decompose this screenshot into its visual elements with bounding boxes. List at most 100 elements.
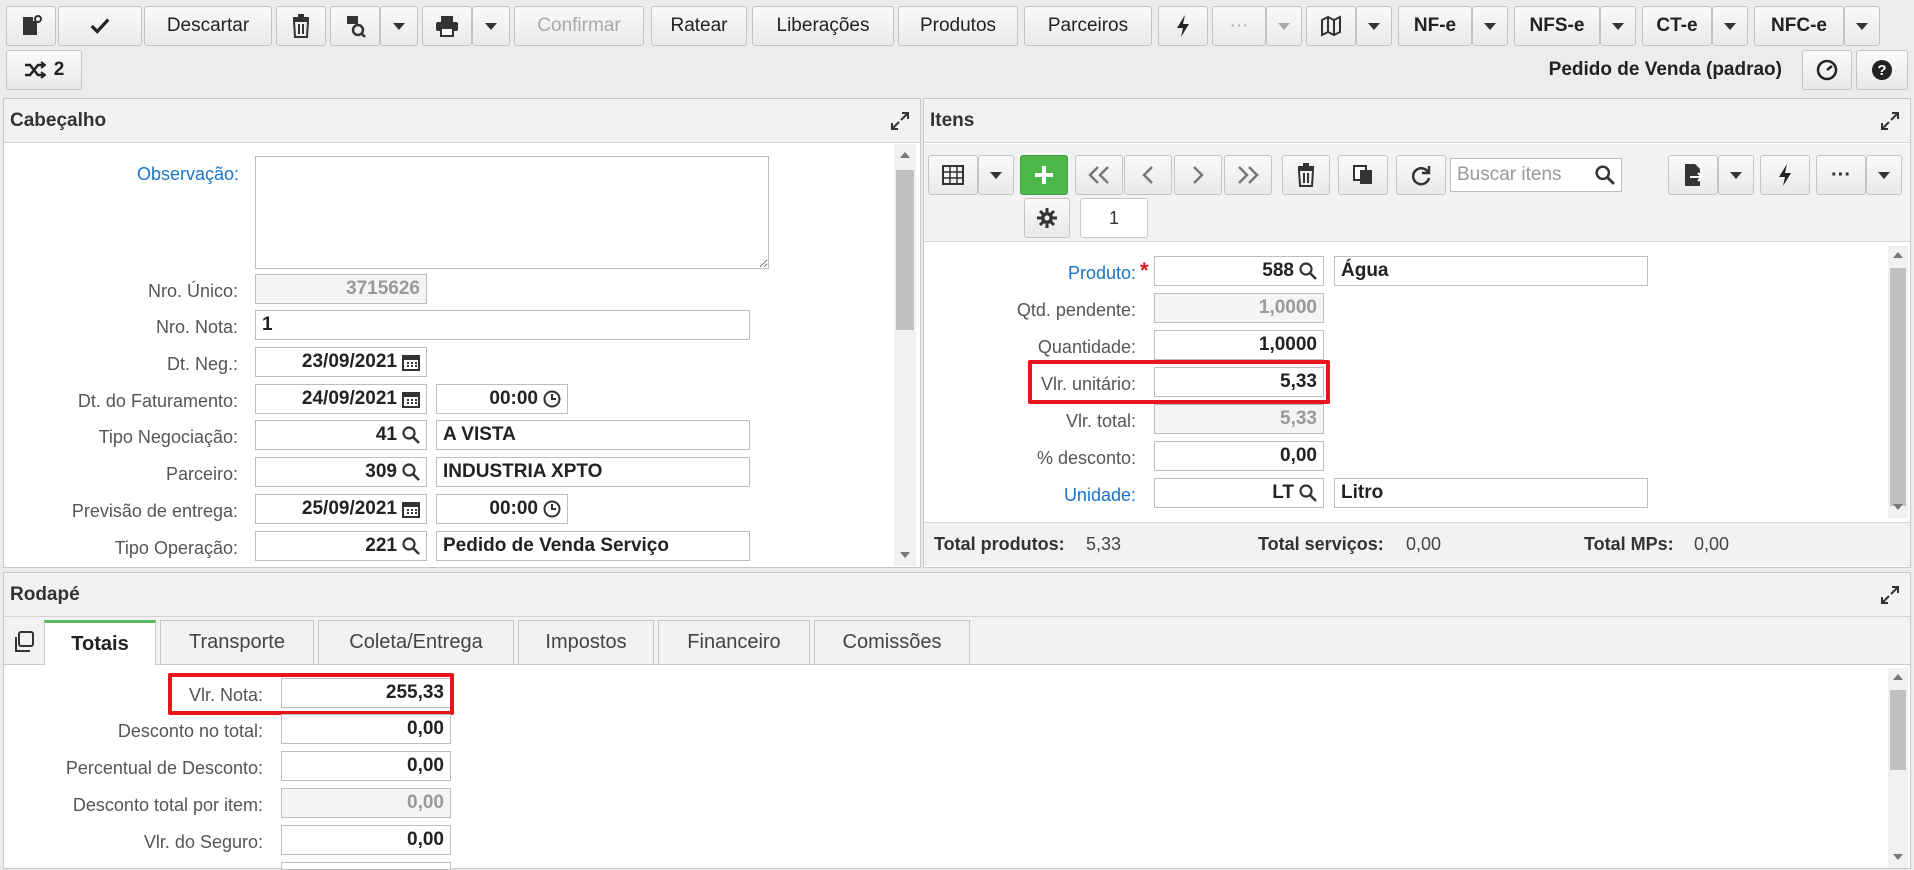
observacao-field[interactable] [255, 156, 769, 269]
scroll-up-arrow-icon[interactable] [1893, 674, 1903, 680]
search-icon[interactable] [1299, 484, 1317, 502]
actions-button[interactable] [1158, 6, 1208, 46]
scroll-down-arrow-icon[interactable] [1893, 504, 1903, 510]
desconto-field[interactable]: 0,00 [1154, 441, 1324, 471]
search-icon[interactable] [402, 426, 420, 444]
ratear-button[interactable]: Ratear [651, 6, 747, 46]
first-record-button[interactable] [1075, 155, 1123, 195]
search-records-dropdown[interactable] [380, 6, 418, 46]
shuffle-button[interactable]: 2 [6, 50, 82, 90]
scroll-down-arrow-icon[interactable] [1893, 854, 1903, 860]
dt-faturamento-time-field[interactable]: 00:00 [436, 384, 568, 414]
items-scrollbar-thumb[interactable] [1890, 268, 1906, 506]
item-more-button[interactable]: ··· [1816, 155, 1866, 195]
scroll-down-arrow-icon[interactable] [900, 552, 910, 558]
percentual-desconto-field[interactable]: 0,00 [281, 751, 451, 781]
clock-icon[interactable] [543, 390, 561, 408]
search-icon[interactable] [402, 537, 420, 555]
refresh-button[interactable] [1396, 155, 1446, 195]
tipo-negociacao-code-field[interactable]: 41 [255, 420, 427, 450]
footer-scrollbar-thumb[interactable] [1890, 690, 1906, 770]
expand-icon[interactable] [1880, 585, 1900, 605]
map-button[interactable] [1306, 6, 1356, 46]
grid-view-dropdown[interactable] [978, 155, 1014, 195]
clock-icon[interactable] [543, 500, 561, 518]
unidade-desc-field[interactable]: Litro [1334, 478, 1648, 508]
print-button[interactable] [422, 6, 472, 46]
tab-impostos[interactable]: Impostos [518, 620, 654, 664]
delete-button[interactable] [276, 6, 326, 46]
print-dropdown[interactable] [472, 6, 510, 46]
nfce-dropdown[interactable] [1844, 6, 1880, 46]
footer-scrollbar[interactable] [1888, 668, 1908, 868]
cte-dropdown[interactable] [1712, 6, 1748, 46]
scroll-up-arrow-icon[interactable] [900, 152, 910, 158]
dt-faturamento-field[interactable]: 24/09/2021 [255, 384, 427, 414]
nfse-dropdown[interactable] [1600, 6, 1636, 46]
nfe-button[interactable]: NF-e [1398, 6, 1472, 46]
search-items-input[interactable]: Buscar itens [1450, 158, 1622, 192]
tab-comissoes[interactable]: Comissões [814, 620, 970, 664]
header-scrollbar-thumb[interactable] [896, 170, 914, 330]
quantidade-field[interactable]: 1,0000 [1154, 330, 1324, 360]
discard-button[interactable]: Descartar [144, 6, 272, 46]
liberacoes-button[interactable]: Liberações [752, 6, 894, 46]
export-button[interactable] [1668, 155, 1718, 195]
previous-record-button[interactable] [1124, 155, 1172, 195]
nfse-button[interactable]: NFS-e [1514, 6, 1600, 46]
unidade-code-field[interactable]: LT [1154, 478, 1324, 508]
search-records-button[interactable] [330, 6, 380, 46]
dashboard-button[interactable] [1802, 50, 1852, 90]
more-options-dropdown[interactable] [1266, 6, 1302, 46]
vlr-seguro-field[interactable]: 0,00 [281, 825, 451, 855]
tab-coleta-entrega[interactable]: Coleta/Entrega [318, 620, 514, 664]
produtos-button[interactable]: Produtos [898, 6, 1018, 46]
header-scrollbar[interactable] [894, 144, 916, 566]
grid-view-button[interactable] [928, 155, 978, 195]
search-icon[interactable] [402, 463, 420, 481]
calendar-icon[interactable] [402, 353, 420, 371]
export-dropdown[interactable] [1718, 155, 1754, 195]
produto-desc-field[interactable]: Água [1334, 256, 1648, 286]
search-icon[interactable] [1595, 165, 1615, 185]
nfce-button[interactable]: NFC-e [1754, 6, 1844, 46]
tipo-negociacao-desc-field[interactable]: A VISTA [436, 420, 750, 450]
previsao-entrega-field[interactable]: 25/09/2021 [255, 494, 427, 524]
tab-transporte[interactable]: Transporte [160, 620, 314, 664]
expand-icon[interactable] [1880, 111, 1900, 131]
tab-financeiro[interactable]: Financeiro [658, 620, 810, 664]
settings-button[interactable] [1024, 198, 1070, 238]
expand-icon[interactable] [890, 111, 910, 131]
tab-totais[interactable]: Totais [44, 620, 156, 665]
nfe-dropdown[interactable] [1472, 6, 1508, 46]
nro-nota-field[interactable]: 1 [255, 310, 750, 340]
tipo-operacao-code-field[interactable]: 221 [255, 531, 427, 561]
tipo-operacao-desc-field[interactable]: Pedido de Venda Serviço [436, 531, 750, 561]
save-button[interactable] [58, 6, 142, 46]
more-options-button[interactable]: ··· [1212, 6, 1266, 46]
item-actions-button[interactable] [1760, 155, 1810, 195]
last-record-button[interactable] [1224, 155, 1272, 195]
desconto-total-field[interactable]: 0,00 [281, 714, 451, 744]
page-tab[interactable]: 1 [1080, 198, 1148, 238]
parceiro-desc-field[interactable]: INDUSTRIA XPTO [436, 457, 750, 487]
new-document-button[interactable] [6, 6, 56, 46]
help-button[interactable]: ? [1856, 50, 1908, 90]
calendar-icon[interactable] [402, 500, 420, 518]
cte-button[interactable]: CT-e [1642, 6, 1712, 46]
map-dropdown[interactable] [1356, 6, 1392, 46]
search-icon[interactable] [1299, 262, 1317, 280]
next-record-button[interactable] [1174, 155, 1222, 195]
copy-icon[interactable] [12, 630, 36, 654]
confirm-button[interactable]: Confirmar [514, 6, 644, 46]
scroll-up-arrow-icon[interactable] [1893, 252, 1903, 258]
parceiro-code-field[interactable]: 309 [255, 457, 427, 487]
copy-item-button[interactable] [1338, 155, 1388, 195]
parceiros-button[interactable]: Parceiros [1024, 6, 1152, 46]
items-scrollbar[interactable] [1888, 246, 1908, 518]
dt-neg-field[interactable]: 23/09/2021 [255, 347, 427, 377]
delete-item-button[interactable] [1282, 155, 1330, 195]
calendar-icon[interactable] [402, 390, 420, 408]
item-more-dropdown[interactable] [1866, 155, 1902, 195]
produto-code-field[interactable]: 588 [1154, 256, 1324, 286]
